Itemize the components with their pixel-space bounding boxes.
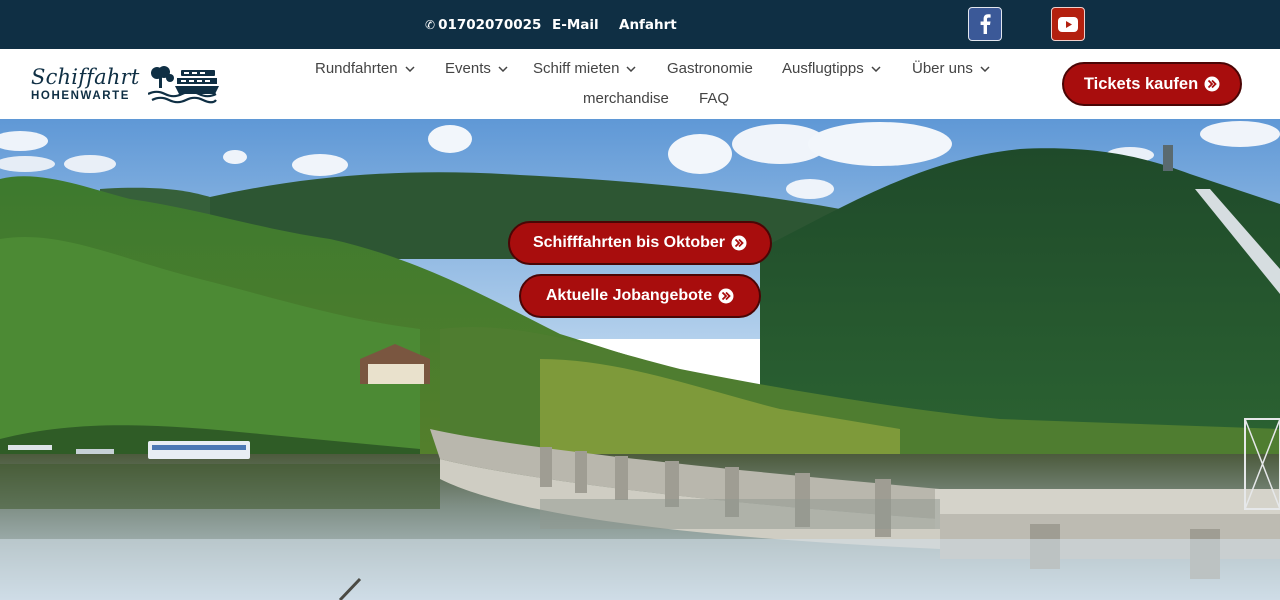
logo-subtitle: HOHENWARTE (31, 90, 131, 103)
jobs-cta-label: Aktuelle Jobangebote (545, 287, 713, 304)
ship-logo-icon (148, 66, 220, 104)
facebook-button[interactable] (968, 7, 1002, 41)
tickets-button[interactable]: Tickets kaufen (1062, 62, 1242, 106)
tickets-label: Tickets kaufen (1083, 74, 1199, 93)
nav-label: Rundfahrten (315, 60, 398, 77)
double-chevron-right-icon (731, 235, 747, 251)
hero-banner: Schifffahrten bis Oktober Aktuelle Joban… (0, 119, 1280, 600)
season-cta-button[interactable]: Schifffahrten bis Oktober (508, 221, 772, 265)
logo-title: Schiffahrt (31, 65, 140, 90)
jobs-cta-button[interactable]: Aktuelle Jobangebote (519, 274, 761, 318)
nav-label: merchandise (583, 90, 669, 107)
chevron-down-icon (871, 65, 881, 72)
nav-label: Über uns (912, 60, 973, 77)
nav-faq[interactable]: FAQ (699, 90, 729, 107)
nav-events[interactable]: Events (445, 60, 508, 77)
nav-label: Events (445, 60, 491, 77)
nav-label: Schiff mieten (533, 60, 620, 77)
nav-gastronomie[interactable]: Gastronomie (667, 60, 753, 77)
nav-ausflugtipps[interactable]: Ausflugtipps (782, 60, 881, 77)
nav-label: FAQ (699, 90, 730, 107)
phone-link[interactable]: ✆ 01702070025 (425, 0, 541, 49)
chevron-down-icon (498, 65, 508, 72)
chevron-down-icon (405, 65, 415, 72)
nav-label: Gastronomie (667, 60, 753, 77)
youtube-icon (1058, 16, 1078, 32)
nav-merchandise[interactable]: merchandise (583, 90, 669, 107)
double-chevron-right-icon (718, 288, 734, 304)
chevron-down-icon (980, 65, 990, 72)
season-cta-label: Schifffahrten bis Oktober (532, 234, 726, 251)
chevron-down-icon (626, 65, 636, 72)
nav-ueber-uns[interactable]: Über uns (912, 60, 990, 77)
email-link[interactable]: E-Mail (552, 0, 599, 49)
nav-schiff-mieten[interactable]: Schiff mieten (533, 60, 636, 77)
logo-text: Schiffahrt HOHENWARTE (31, 67, 139, 103)
phone-number: 01702070025 (438, 16, 542, 33)
facebook-icon (980, 14, 991, 34)
double-chevron-right-icon (1204, 76, 1220, 92)
nav-label: Ausflugtipps (782, 60, 864, 77)
site-logo[interactable]: Schiffahrt HOHENWARTE (31, 63, 223, 107)
youtube-button[interactable] (1051, 7, 1085, 41)
top-bar: ✆ 01702070025 E-Mail Anfahrt (0, 0, 1280, 49)
directions-link[interactable]: Anfahrt (619, 0, 677, 49)
site-header: Schiffahrt HOHENWARTE Rundfahrten Events… (0, 49, 1280, 119)
hero-landscape-image (0, 119, 1280, 600)
nav-rundfahrten[interactable]: Rundfahrten (315, 60, 415, 77)
phone-icon: ✆ (425, 17, 436, 32)
